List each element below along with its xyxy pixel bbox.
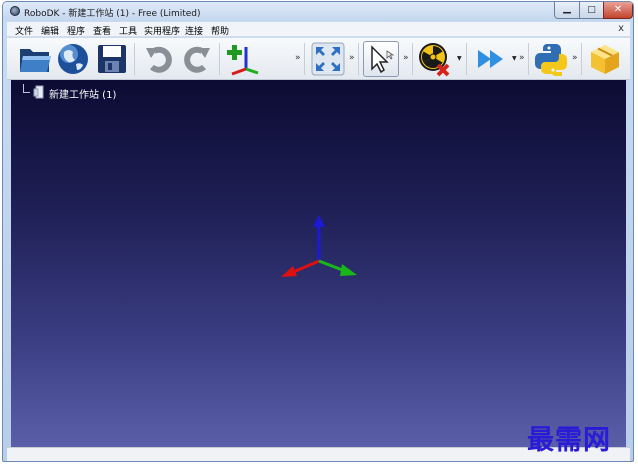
toolbar-separator [466,43,467,75]
toolbar-overflow-icon[interactable]: » [572,53,577,63]
speed-dropdown-icon[interactable]: ▼ [512,55,517,62]
select-button[interactable] [363,41,399,77]
station-tree-item[interactable]: 新建工作站 (1) [49,86,116,101]
python-button[interactable] [533,41,569,77]
menu-utilities[interactable]: 实用程序 [144,24,180,37]
3d-viewport[interactable]: 新建工作站 (1) [11,80,626,447]
menu-edit[interactable]: 编辑 [41,24,59,37]
toolbar: » » » ▼ ▼ » » [7,38,630,80]
robodk-app-icon [10,6,20,16]
undo-button[interactable] [141,41,177,77]
toolbar-overflow-icon[interactable]: » [295,53,300,63]
redo-button[interactable] [179,41,215,77]
app-window: RoboDK - 新建工作站 (1) - Free (Limited) ▁ □ … [2,1,634,462]
simulation-speed-icon [478,50,503,68]
fit-all-icon [311,42,345,76]
title-bar[interactable]: RoboDK - 新建工作站 (1) - Free (Limited) ▁ □ … [3,2,633,21]
minimize-icon: ▁ [563,3,571,14]
open-library-button[interactable] [55,41,91,77]
menu-close-icon[interactable]: x [618,23,624,34]
window-title: RoboDK - 新建工作站 (1) - Free (Limited) [24,9,201,19]
fit-all-button[interactable] [310,41,346,77]
collision-check-icon [419,43,450,77]
toolbar-separator [528,43,529,75]
menu-bar: 文件 编辑 程序 查看 工具 实用程序 连接 帮助 x [7,22,630,37]
watermark-text: 最需网 [527,425,611,456]
collision-check-button[interactable] [417,41,453,77]
select-pointer-icon [371,45,395,74]
toolbar-separator [304,43,305,75]
package-icon [591,45,619,74]
menu-file[interactable]: 文件 [15,24,33,37]
close-button[interactable]: ✕ [603,2,633,19]
save-button[interactable] [94,41,130,77]
menu-connect[interactable]: 连接 [185,24,203,37]
menu-view[interactable]: 查看 [93,24,111,37]
toolbar-overflow-icon[interactable]: » [519,53,524,63]
open-online-library-icon [58,44,88,74]
save-icon [98,45,126,73]
maximize-icon: □ [587,5,596,15]
toolbar-separator [219,43,220,75]
tree-connector [23,84,30,93]
close-icon: ✕ [613,4,623,15]
package-button[interactable] [587,41,623,77]
simulation-speed-button[interactable] [473,41,509,77]
minimize-button[interactable]: ▁ [554,2,580,19]
toolbar-separator [358,43,359,75]
reference-axes-icon [281,215,357,277]
add-reference-frame-icon [227,45,259,76]
toolbar-separator [581,43,582,75]
menu-tools[interactable]: 工具 [119,24,137,37]
open-folder-icon [20,49,51,72]
toolbar-separator [134,43,135,75]
toolbar-overflow-icon[interactable]: » [349,53,354,63]
toolbar-separator [412,43,413,75]
menu-program[interactable]: 程序 [67,24,85,37]
collision-dropdown-icon[interactable]: ▼ [457,55,462,62]
menu-help[interactable]: 帮助 [211,24,229,37]
station-icon [33,85,44,99]
undo-icon [146,46,172,73]
open-button[interactable] [17,41,53,77]
redo-icon [184,46,210,73]
python-icon [535,44,567,76]
toolbar-overflow-icon[interactable]: » [403,53,408,63]
maximize-button[interactable]: □ [579,2,604,19]
add-reference-frame-button[interactable] [226,41,262,77]
